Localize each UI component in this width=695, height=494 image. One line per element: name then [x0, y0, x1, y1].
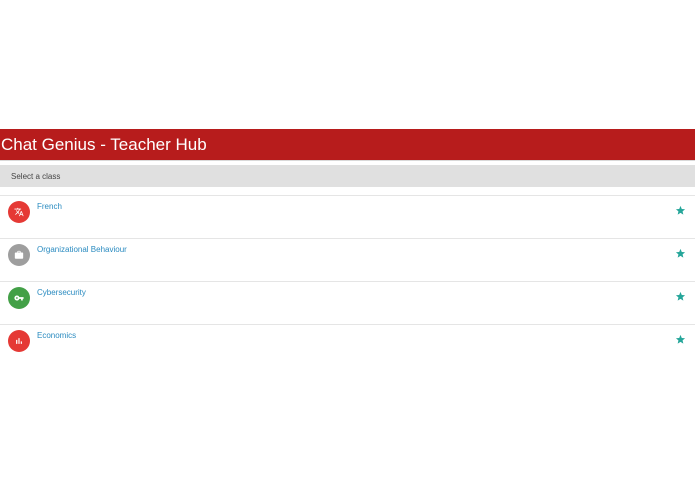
app-root: Chat Genius - Teacher Hub Select a class… — [0, 129, 695, 367]
class-selector-bar: Select a class — [0, 165, 695, 187]
translate-icon — [8, 201, 30, 223]
star-icon[interactable] — [675, 248, 686, 259]
class-list: French Organizational Behaviour Cybersec… — [0, 195, 695, 367]
class-label-french[interactable]: French — [37, 202, 62, 211]
app-header: Chat Genius - Teacher Hub — [0, 129, 695, 161]
star-icon[interactable] — [675, 291, 686, 302]
class-item-economics[interactable]: Economics — [0, 325, 695, 367]
page-title: Chat Genius - Teacher Hub — [1, 134, 207, 154]
bar-chart-icon — [8, 330, 30, 352]
class-label-organizational-behaviour[interactable]: Organizational Behaviour — [37, 245, 127, 254]
class-item-french[interactable]: French — [0, 196, 695, 239]
class-item-cybersecurity[interactable]: Cybersecurity — [0, 282, 695, 325]
class-item-organizational-behaviour[interactable]: Organizational Behaviour — [0, 239, 695, 282]
key-icon — [8, 287, 30, 309]
select-class-label: Select a class — [11, 171, 61, 181]
class-label-cybersecurity[interactable]: Cybersecurity — [37, 288, 86, 297]
star-icon[interactable] — [675, 205, 686, 216]
briefcase-icon — [8, 244, 30, 266]
class-label-economics[interactable]: Economics — [37, 331, 76, 340]
star-icon[interactable] — [675, 334, 686, 345]
